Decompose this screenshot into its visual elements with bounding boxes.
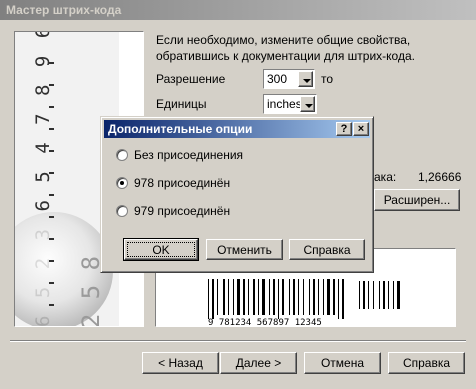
footer-divider: [10, 340, 466, 342]
barcode-bar: [212, 279, 214, 319]
barcode-bar: [333, 279, 335, 315]
image-tick: [49, 238, 54, 240]
barcode-bar: [208, 279, 209, 319]
barcode-addon-bar: [363, 281, 365, 309]
ok-button[interactable]: OK: [124, 239, 198, 260]
image-tick: [49, 150, 54, 152]
barcode-bar: [217, 279, 218, 315]
image-tick: [49, 62, 54, 64]
barcode-bar: [323, 279, 324, 315]
image-tick: [49, 260, 54, 262]
advanced-button[interactable]: Расширен...: [374, 189, 460, 211]
barcode-bar: [223, 279, 225, 315]
cancel-button[interactable]: Отмена: [304, 352, 381, 374]
chevron-down-icon[interactable]: [300, 96, 315, 112]
image-tick: [49, 84, 54, 86]
radio-button[interactable]: [116, 205, 128, 217]
barcode-addon-bar: [373, 281, 374, 309]
back-button[interactable]: < Назад: [142, 352, 219, 374]
dialog-title: Дополнительные опции: [108, 122, 253, 136]
radio-button[interactable]: [116, 177, 128, 189]
chevron-down-icon[interactable]: [298, 71, 313, 87]
barcode-bar: [262, 279, 265, 315]
barcode-bar: [237, 279, 240, 315]
barcode-bar: [318, 279, 319, 315]
barcode-addon-bar: [393, 281, 394, 309]
resolution-unit: то: [321, 72, 334, 86]
image-tick: [49, 106, 54, 108]
barcode-addon-bar: [383, 281, 385, 309]
radio-label[interactable]: 978 присоединён: [134, 176, 230, 190]
width-readout-label: ака:: [374, 170, 397, 184]
resolution-label: Разрешение: [156, 72, 226, 86]
window-titlebar: Мастер штрих-кода: [0, 0, 476, 20]
barcode-text: 9 781234 567897 12345: [208, 318, 322, 326]
barcode-addon-bar: [397, 281, 400, 309]
image-tick: [49, 216, 54, 218]
barcode-bar: [313, 279, 315, 315]
barcode-bar: [309, 279, 310, 315]
image-tick: [49, 128, 54, 130]
barcode-addon-bar: [368, 281, 369, 309]
next-button[interactable]: Далее >: [220, 352, 297, 374]
image-tick: [49, 304, 54, 306]
window-title: Мастер штрих-кода: [6, 3, 122, 17]
barcode-bar: [233, 279, 234, 315]
advanced-options-dialog: Дополнительные опции ? × Без присоединен…: [100, 116, 374, 273]
barcode-addon-bar: [388, 281, 389, 309]
dialog-cancel-button[interactable]: Отменить: [206, 239, 283, 260]
barcode-bar: [278, 279, 279, 319]
barcode-bar: [293, 279, 295, 315]
help-question-icon[interactable]: ?: [336, 122, 352, 136]
dialog-help-button[interactable]: Справка: [289, 239, 365, 260]
barcode-bar: [243, 279, 245, 315]
image-tick: [49, 282, 54, 284]
barcode-bar: [289, 279, 290, 315]
barcode-addon-bar: [379, 281, 380, 309]
image-tick: [49, 194, 54, 196]
radio-button[interactable]: [116, 149, 128, 161]
radio-label[interactable]: 979 присоединён: [134, 204, 230, 218]
barcode-bar: [303, 279, 304, 315]
barcode-addon-bar: [359, 281, 360, 309]
dialog-titlebar: Дополнительные опции ? ×: [104, 120, 370, 138]
barcode-bar: [282, 279, 284, 315]
barcode-bar: [327, 279, 330, 315]
barcode-bar: [248, 279, 249, 315]
barcode-bar: [269, 279, 270, 315]
units-value: inches: [267, 97, 302, 111]
barcode-bar: [228, 279, 229, 315]
barcode-bar: [298, 279, 299, 315]
close-icon[interactable]: ×: [353, 122, 369, 136]
radio-label[interactable]: Без присоединения: [134, 148, 243, 162]
width-readout-value: 1,26666: [418, 170, 462, 184]
units-select[interactable]: inches: [263, 94, 317, 114]
barcode-bar: [253, 279, 255, 315]
barcode-bar: [258, 279, 259, 315]
barcode-bar: [342, 279, 344, 319]
barcode-bar: [273, 279, 275, 315]
resolution-select[interactable]: 300: [263, 69, 315, 89]
wizard-description: Если необходимо, измените общие свойства…: [156, 33, 415, 63]
barcode-bar: [338, 279, 339, 319]
units-label: Единицы: [156, 97, 207, 111]
resolution-value: 300: [267, 72, 288, 86]
barcode-bars: [208, 279, 400, 319]
help-button[interactable]: Справка: [388, 352, 465, 374]
image-tick: [49, 172, 54, 174]
